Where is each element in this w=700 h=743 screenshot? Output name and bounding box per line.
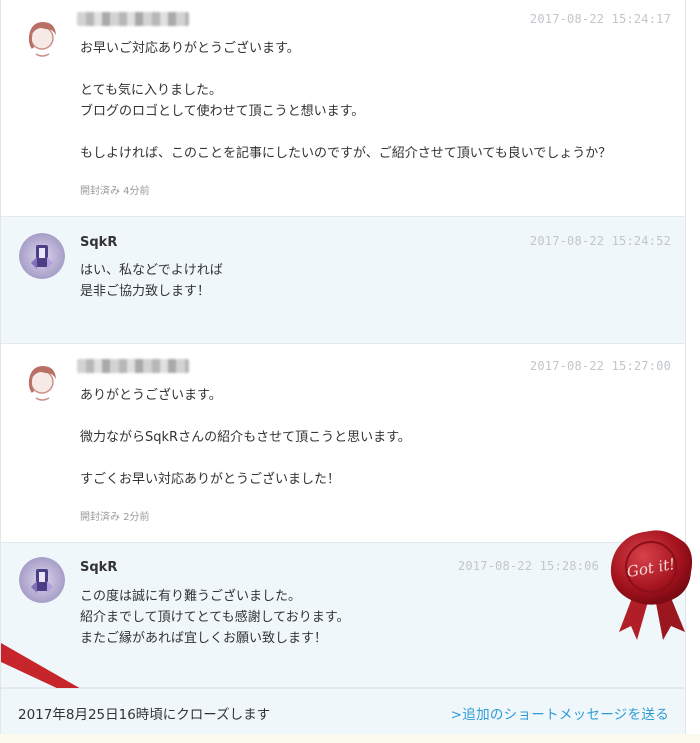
message-line: またご縁があれば宜しくお願い致します！ [80,631,328,646]
seller-avatar[interactable] [19,557,65,603]
message-line: すごくお早い対応ありがとうございました！ [80,472,341,487]
message-item: 2017-08-22 15:27:00 ありがとうございます。 微力ながらSqk… [1,344,685,543]
message-timestamp: 2017-08-22 15:27:00 [529,359,671,373]
page-bottom-strip [0,734,700,743]
message-body: この度は誠に有り難うございました。 紹介までして頂けてとても感謝しております。 … [80,586,665,649]
message-line: 微力ながらSqkRさんの紹介もさせて頂こうと思います。 [80,430,411,445]
read-status: 開封済み 2分前 [80,512,150,523]
message-line: ブログのロゴとして使わせて頂こうと想います。 [80,104,365,119]
thread-footer: 2017年8月25日16時頃にクローズします >追加のショートメッセージを送る [1,688,685,734]
message-timestamp: 2017-08-22 15:24:17 [529,12,671,26]
message-body: ありがとうございます。 微力ながらSqkRさんの紹介もさせて頂こうと思います。 … [80,385,665,490]
message-timestamp: 2017-08-22 15:28:06 [457,559,599,573]
message-timestamp: 2017-08-22 15:24:52 [529,234,671,248]
sender-name-blurred [77,359,189,373]
message-line [80,448,665,469]
message-line [80,59,665,80]
got-it-seal-icon: Got it! [605,528,695,646]
sender-name: SqkR [80,235,118,250]
corner-ribbon-icon [1,640,91,690]
message-line: とても気に入りました。 [80,83,222,98]
message-line: ありがとうございます。 [80,388,222,403]
message-line [80,406,665,427]
sender-name-blurred [77,12,189,26]
message-line: お早いご対応ありがとうございます。 [80,41,300,56]
message-line: はい、私などでよければ [80,263,223,278]
message-body: はい、私などでよければ 是非ご協力致します！ [80,260,665,302]
close-notice: 2017年8月25日16時頃にクローズします [18,707,271,723]
send-additional-message-link[interactable]: >追加のショートメッセージを送る [451,703,669,723]
message-line [80,122,665,143]
message-thread: 2017-08-22 15:24:17 お早いご対応ありがとうございます。 とて… [0,0,686,743]
buyer-avatar[interactable] [19,14,65,60]
read-status: 開封済み 4分前 [80,186,150,197]
seller-avatar[interactable] [19,233,65,279]
message-body: お早いご対応ありがとうございます。 とても気に入りました。 ブログのロゴとして使… [80,38,665,164]
message-line: この度は誠に有り難うございました。 [80,589,302,604]
sender-name: SqkR [80,560,118,575]
message-line: 是非ご協力致します！ [80,284,211,299]
message-line: もしよければ、このことを記事にしたいのですが、ご紹介させて頂いても良いでしょうか… [80,146,612,161]
message-item: SqkR 2017-08-22 15:28:06 この度は誠に有り難うございまし… [1,543,685,688]
buyer-avatar[interactable] [19,358,65,404]
message-line: 紹介までして頂けてとても感謝しております。 [80,610,350,625]
message-item: 2017-08-22 15:24:17 お早いご対応ありがとうございます。 とて… [1,0,685,217]
message-item: SqkR 2017-08-22 15:24:52 はい、私などでよければ 是非ご… [1,217,685,344]
